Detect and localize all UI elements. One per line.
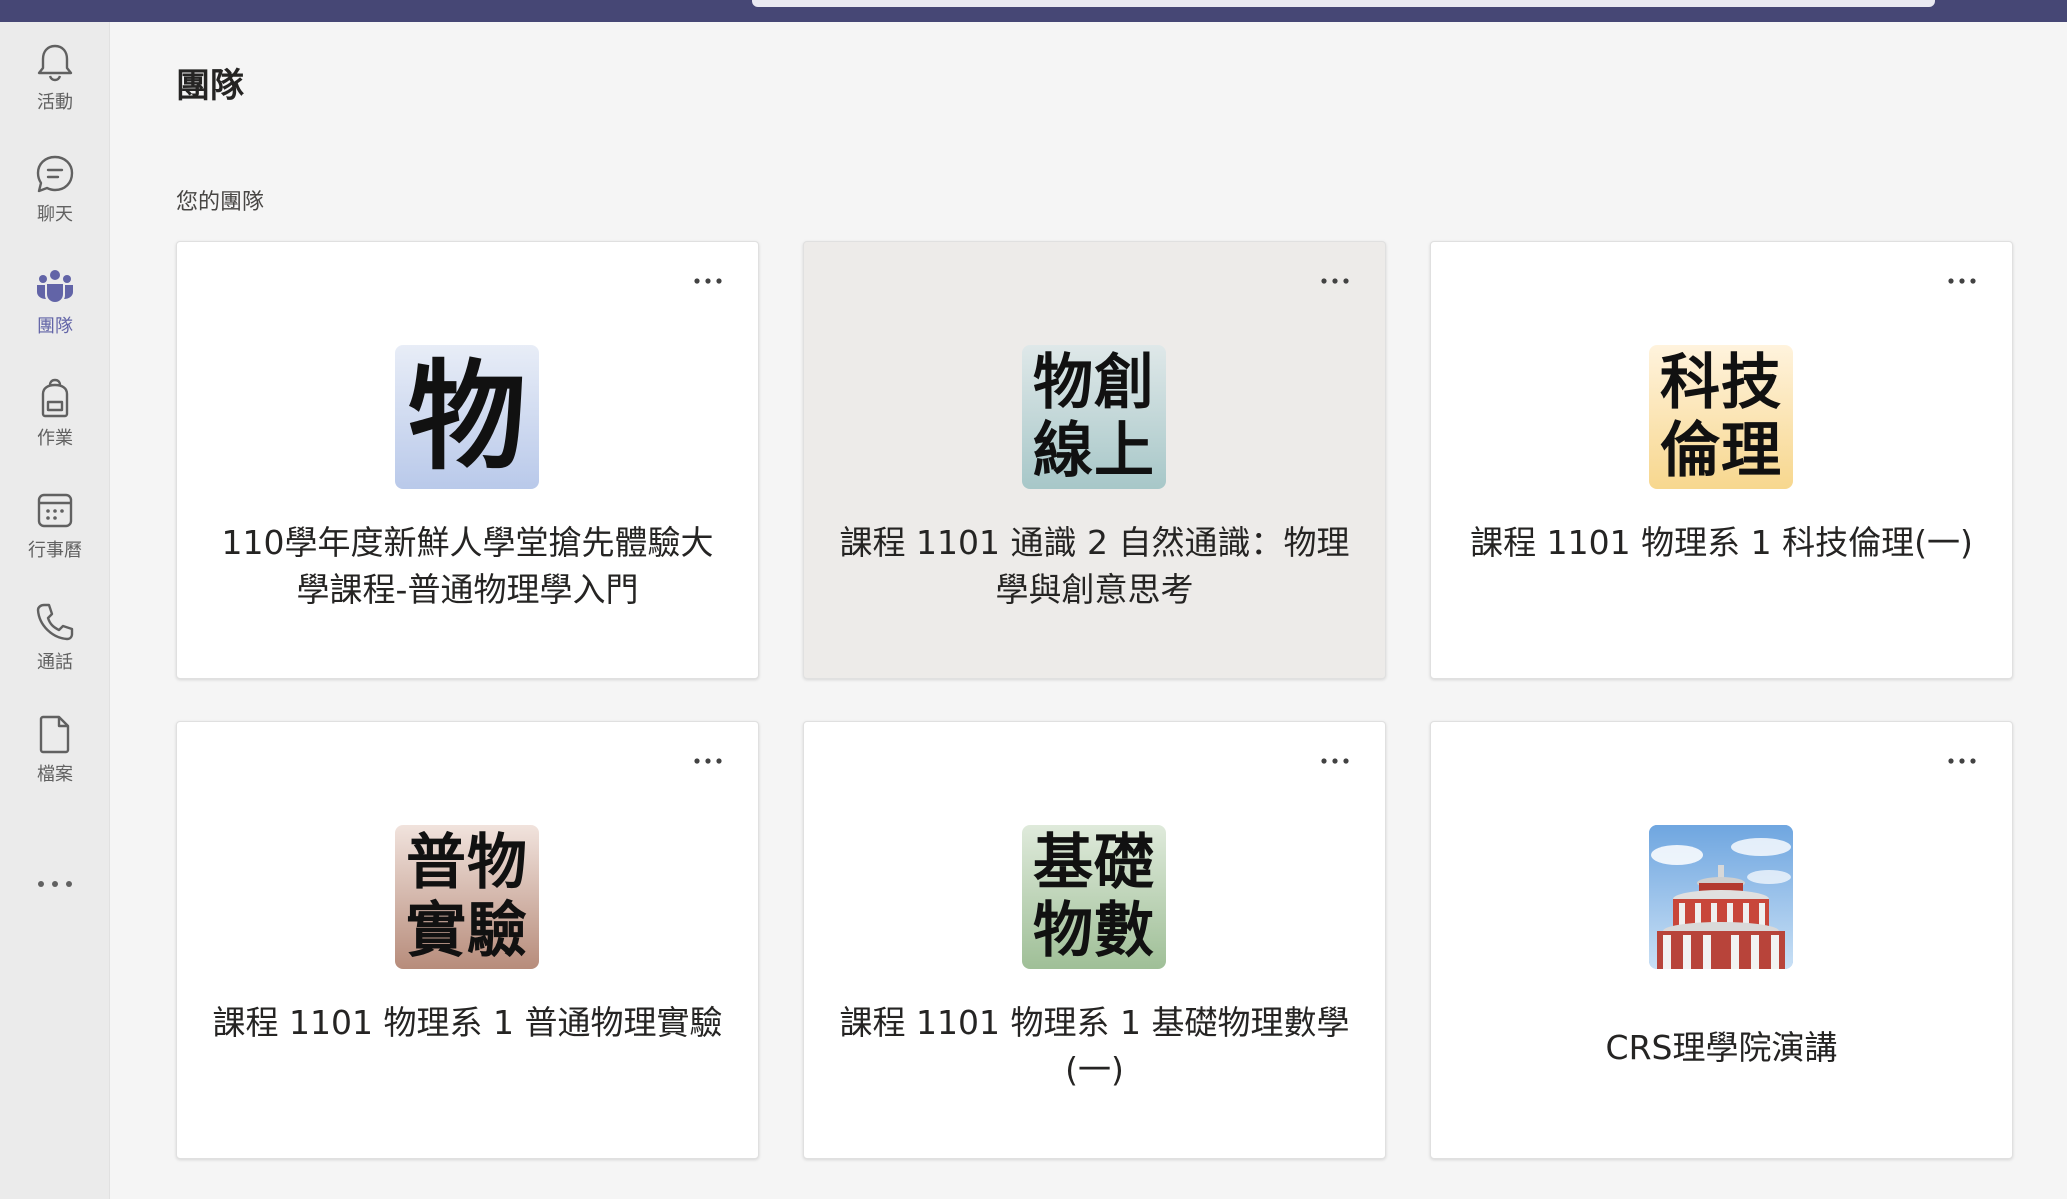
team-avatar-text: 線上 bbox=[1033, 416, 1155, 486]
team-avatar bbox=[1649, 825, 1793, 969]
section-label: 您的團隊 bbox=[176, 190, 265, 215]
team-options-button[interactable] bbox=[1940, 748, 1984, 774]
rail-item-chat[interactable]: 聊天 bbox=[0, 152, 110, 252]
more-horizontal-icon bbox=[1948, 758, 1976, 764]
rail-item-calendar[interactable]: 行事曆 bbox=[0, 488, 110, 588]
team-avatar-text: 普物 bbox=[406, 828, 528, 898]
team-name: 課程 1101 物理系 1 基礎物理數學(一) bbox=[839, 1003, 1350, 1089]
team-name: CRS理學院演講 bbox=[1605, 1028, 1838, 1067]
main-content: 團隊 您的團隊 物 110學年度新鮮人學堂搶先體驗大學課程-普通物理學入門 物創… bbox=[110, 22, 2067, 1199]
more-horizontal-icon bbox=[38, 881, 72, 887]
page-title: 團隊 bbox=[176, 66, 244, 106]
more-horizontal-icon bbox=[694, 278, 722, 284]
rail-label: 行事曆 bbox=[28, 540, 82, 561]
team-avatar: 基礎 物數 bbox=[1022, 825, 1166, 969]
rail-item-activity[interactable]: 活動 bbox=[0, 40, 110, 140]
team-name: 課程 1101 物理系 1 科技倫理(一) bbox=[1470, 523, 1973, 562]
team-card[interactable]: 普物 實驗 課程 1101 物理系 1 普通物理實驗 bbox=[176, 721, 759, 1159]
rail-label: 檔案 bbox=[37, 764, 73, 785]
building-photo bbox=[1649, 825, 1793, 969]
more-horizontal-icon bbox=[1321, 758, 1349, 764]
calendar-icon bbox=[37, 493, 73, 528]
team-options-button[interactable] bbox=[1313, 268, 1357, 294]
team-avatar-text: 倫理 bbox=[1660, 416, 1782, 486]
team-avatar: 科技 倫理 bbox=[1649, 345, 1793, 489]
rail-item-assignments[interactable]: 作業 bbox=[0, 376, 110, 476]
team-avatar: 物創 線上 bbox=[1022, 345, 1166, 489]
chat-icon bbox=[36, 155, 74, 193]
team-avatar: 物 bbox=[395, 345, 539, 489]
rail-label: 作業 bbox=[37, 428, 73, 449]
rail-item-files[interactable]: 檔案 bbox=[0, 712, 110, 812]
team-avatar: 普物 實驗 bbox=[395, 825, 539, 969]
team-name: 課程 1101 通識 2 自然通識：物理學與創意思考 bbox=[839, 523, 1350, 609]
team-options-button[interactable] bbox=[686, 748, 730, 774]
team-options-button[interactable] bbox=[1313, 748, 1357, 774]
more-horizontal-icon bbox=[1948, 278, 1976, 284]
rail-item-calls[interactable]: 通話 bbox=[0, 600, 110, 700]
teams-icon bbox=[37, 270, 73, 302]
more-horizontal-icon bbox=[1321, 278, 1349, 284]
team-card[interactable]: 基礎 物數 課程 1101 物理系 1 基礎物理數學(一) bbox=[803, 721, 1386, 1159]
rail-label: 活動 bbox=[37, 92, 73, 113]
team-avatar-text: 基礎 bbox=[1033, 828, 1155, 898]
rail-item-teams[interactable]: 團隊 bbox=[0, 264, 110, 364]
team-avatar-text: 實驗 bbox=[406, 896, 528, 966]
app-rail: 活動 聊天 團隊 作業 行事曆 通話 檔案 bbox=[0, 22, 110, 1199]
team-card[interactable]: 物 110學年度新鮮人學堂搶先體驗大學課程-普通物理學入門 bbox=[176, 241, 759, 679]
team-card[interactable]: CRS理學院演講 bbox=[1430, 721, 2013, 1159]
rail-label: 通話 bbox=[37, 652, 73, 673]
backpack-icon bbox=[41, 378, 69, 418]
team-options-button[interactable] bbox=[686, 268, 730, 294]
team-avatar-text: 科技 bbox=[1660, 348, 1782, 418]
team-avatar-text: 物數 bbox=[1033, 896, 1155, 966]
rail-label: 團隊 bbox=[37, 316, 73, 337]
team-avatar-text: 物創 bbox=[1033, 348, 1155, 418]
team-name: 110學年度新鮮人學堂搶先體驗大學課程-普通物理學入門 bbox=[221, 523, 714, 609]
rail-label: 聊天 bbox=[37, 204, 73, 225]
phone-icon bbox=[36, 603, 74, 641]
search-box[interactable] bbox=[752, 0, 1935, 7]
team-card[interactable]: 科技 倫理 課程 1101 物理系 1 科技倫理(一) bbox=[1430, 241, 2013, 679]
bell-icon bbox=[37, 44, 73, 82]
team-name: 課程 1101 物理系 1 普通物理實驗 bbox=[212, 1003, 723, 1042]
team-options-button[interactable] bbox=[1940, 268, 1984, 294]
file-icon bbox=[39, 715, 70, 754]
more-apps-button[interactable] bbox=[0, 854, 110, 914]
team-avatar-text: 物 bbox=[407, 347, 526, 486]
top-bar bbox=[0, 0, 2067, 22]
team-card[interactable]: 物創 線上 課程 1101 通識 2 自然通識：物理學與創意思考 bbox=[803, 241, 1386, 679]
more-horizontal-icon bbox=[694, 758, 722, 764]
